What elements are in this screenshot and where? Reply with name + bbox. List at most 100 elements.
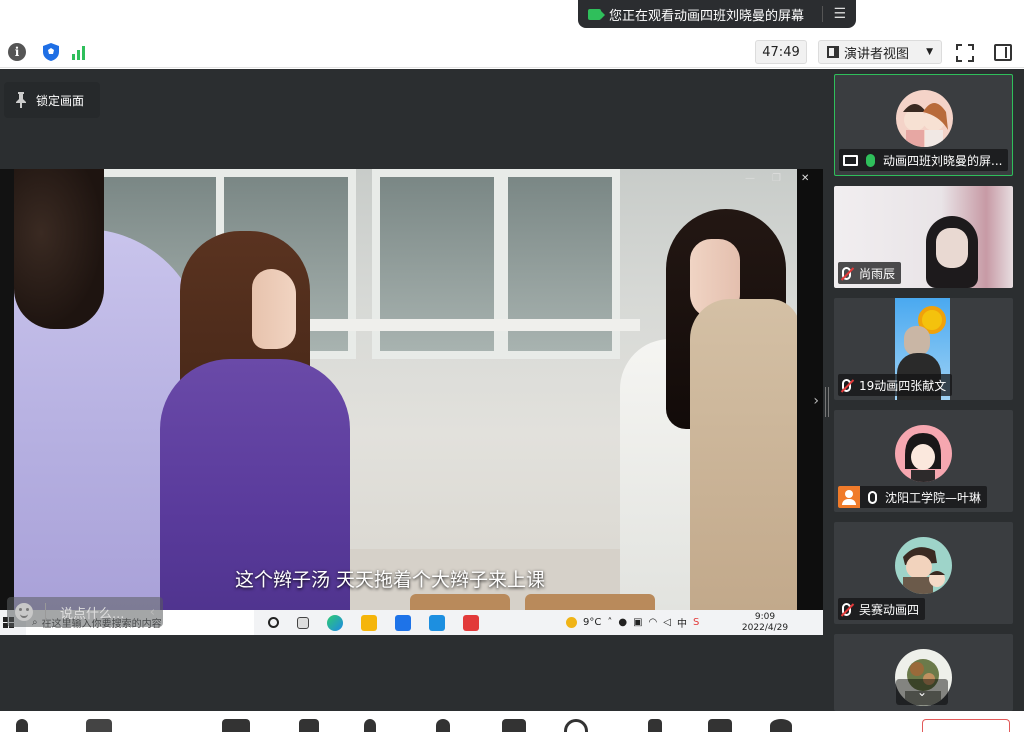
meeting-timer: 47:49 xyxy=(755,40,807,64)
participants-icon[interactable] xyxy=(364,719,376,732)
participant-tile[interactable]: ⌄ xyxy=(834,634,1013,711)
participant-name-tag: 沈阳工学院—叶琳 xyxy=(838,486,988,508)
view-mode-label: 演讲者视图 xyxy=(844,46,910,62)
participant-name-tag: 动画四班刘晓曼的屏... xyxy=(839,149,1009,171)
avatar xyxy=(896,90,953,147)
mic-muted-icon xyxy=(842,378,851,392)
edge-browser-icon[interactable] xyxy=(327,614,343,631)
avatar xyxy=(895,537,952,594)
chevron-down-icon: ▼ xyxy=(926,47,933,57)
sidebar-resize-handle[interactable] xyxy=(825,387,829,417)
widgets-icon[interactable] xyxy=(297,616,309,629)
meeting-control-bar xyxy=(0,711,1024,732)
security-icon[interactable] xyxy=(299,719,319,732)
mic-muted-icon xyxy=(842,602,851,616)
participant-name: 动画四班刘晓曼的屏... xyxy=(883,153,1003,168)
tray-app-icon[interactable]: S xyxy=(693,617,699,628)
chevron-right-icon[interactable]: › xyxy=(813,393,819,409)
participant-tile[interactable]: 尚雨辰 xyxy=(834,186,1013,288)
weather-sun-icon xyxy=(566,617,577,628)
person-left-hair xyxy=(14,169,104,329)
close-icon[interactable]: ✕ xyxy=(801,173,809,184)
minimize-icon[interactable]: — xyxy=(745,173,755,184)
banner-divider xyxy=(822,6,824,22)
participant-name: 尚雨辰 xyxy=(859,266,896,281)
signal-strength-icon[interactable] xyxy=(72,44,85,60)
shared-screen-stage: 锁定画面 — ❐ ✕ › 这个辫子汤 天天拖着个大辫子来上课 ⌕ 在这里输入你要… xyxy=(0,69,823,711)
side-panel-icon[interactable] xyxy=(994,44,1012,61)
mic-muted-icon xyxy=(842,266,851,280)
comment-input[interactable]: 说点什么... ‹ xyxy=(7,597,163,627)
participant-name-tag: 19动画四张献文 xyxy=(838,374,953,396)
banner-text: 您正在观看动画四班刘晓曼的屏幕 xyxy=(609,8,805,24)
share-screen-icon[interactable] xyxy=(222,719,250,732)
mic-icon xyxy=(868,490,877,504)
restore-icon[interactable]: ❐ xyxy=(772,173,781,184)
fullscreen-icon[interactable] xyxy=(956,44,974,62)
emoji-icon[interactable] xyxy=(15,603,33,621)
gear-icon[interactable] xyxy=(770,719,792,732)
participant-tile[interactable]: 动画四班刘晓曼的屏... xyxy=(834,74,1013,176)
task-view-icon[interactable] xyxy=(268,617,279,628)
system-tray: 9°C ˄ ● ▣ ◠ ◁ 中 S xyxy=(566,610,699,635)
taskbar-clock[interactable]: 9:09 2022/4/29 xyxy=(737,612,793,634)
screen-share-icon xyxy=(588,8,605,20)
chair xyxy=(410,594,510,610)
info-icon[interactable]: i xyxy=(8,42,26,61)
participant-sidebar: 动画四班刘晓曼的屏... 尚雨辰 19动画四张献文 沈阳工学院—叶琳 吴赛动画四… xyxy=(823,69,1024,711)
lock-view-button[interactable]: 锁定画面 xyxy=(4,82,100,118)
person-middle-face xyxy=(252,269,296,349)
clock-time: 9:09 xyxy=(754,612,776,622)
tray-app-icon[interactable]: ▣ xyxy=(633,617,642,628)
microphone-icon[interactable] xyxy=(16,719,28,732)
letterbox-left xyxy=(0,169,14,610)
participant-name: 吴赛动画四 xyxy=(859,602,920,617)
apps-icon[interactable] xyxy=(648,719,662,732)
scroll-down-button[interactable]: ⌄ xyxy=(896,679,948,705)
participant-tile[interactable]: 吴赛动画四 xyxy=(834,522,1013,624)
avatar xyxy=(895,425,952,482)
video-subtitle: 这个辫子汤 天天拖着个大辫子来上课 xyxy=(234,569,546,591)
wps-app-icon[interactable] xyxy=(463,614,479,631)
file-explorer-icon[interactable] xyxy=(361,614,377,631)
shield-icon[interactable] xyxy=(42,42,60,61)
letterbox-right xyxy=(797,169,823,610)
record-icon[interactable] xyxy=(564,719,588,732)
comment-divider xyxy=(45,603,46,621)
screen-share-banner: 您正在观看动画四班刘晓曼的屏幕 ☰ xyxy=(578,0,856,28)
camera-off-icon[interactable] xyxy=(86,719,112,732)
pin-icon xyxy=(16,92,26,108)
host-user-icon xyxy=(838,486,860,508)
speaker-layout-icon xyxy=(827,46,839,58)
chair xyxy=(525,594,655,610)
volume-icon[interactable]: ◁ xyxy=(663,617,671,628)
photos-app-icon[interactable] xyxy=(395,614,411,631)
lock-view-label: 锁定画面 xyxy=(36,93,85,108)
chevron-down-icon: ⌄ xyxy=(916,685,928,699)
menu-icon[interactable]: ☰ xyxy=(833,6,846,22)
screen-share-icon xyxy=(843,154,858,166)
leave-meeting-button[interactable] xyxy=(922,719,1010,732)
comment-placeholder: 说点什么... xyxy=(60,606,125,622)
mic-tray-icon[interactable]: ● xyxy=(618,617,627,628)
participant-name-tag: 尚雨辰 xyxy=(838,262,902,284)
tray-expand-icon[interactable]: ˄ xyxy=(607,617,612,628)
participant-tile[interactable]: 沈阳工学院—叶琳 xyxy=(834,410,1013,512)
view-mode-dropdown[interactable]: 演讲者视图 ▼ xyxy=(818,40,942,64)
clock-date: 2022/4/29 xyxy=(741,623,789,633)
invite-icon[interactable] xyxy=(436,719,450,732)
ime-icon[interactable]: 中 xyxy=(677,615,687,630)
mic-on-icon xyxy=(866,153,875,167)
media-app-icon[interactable] xyxy=(429,614,445,631)
participant-name: 19动画四张献文 xyxy=(859,378,947,393)
chat-icon[interactable] xyxy=(502,719,526,732)
network-icon[interactable]: ◠ xyxy=(649,617,658,628)
more-apps-icon[interactable] xyxy=(708,719,732,732)
participant-name-tag: 吴赛动画四 xyxy=(838,598,926,620)
meeting-toolbar: i 47:49 演讲者视图 ▼ xyxy=(0,36,1024,68)
shared-video-frame[interactable]: — ❐ ✕ › 这个辫子汤 天天拖着个大辫子来上课 xyxy=(0,169,823,610)
participant-name: 沈阳工学院—叶琳 xyxy=(885,490,982,505)
weather-temp: 9°C xyxy=(583,617,602,628)
chevron-left-icon[interactable]: ‹ xyxy=(150,605,155,620)
participant-tile[interactable]: 19动画四张献文 xyxy=(834,298,1013,400)
